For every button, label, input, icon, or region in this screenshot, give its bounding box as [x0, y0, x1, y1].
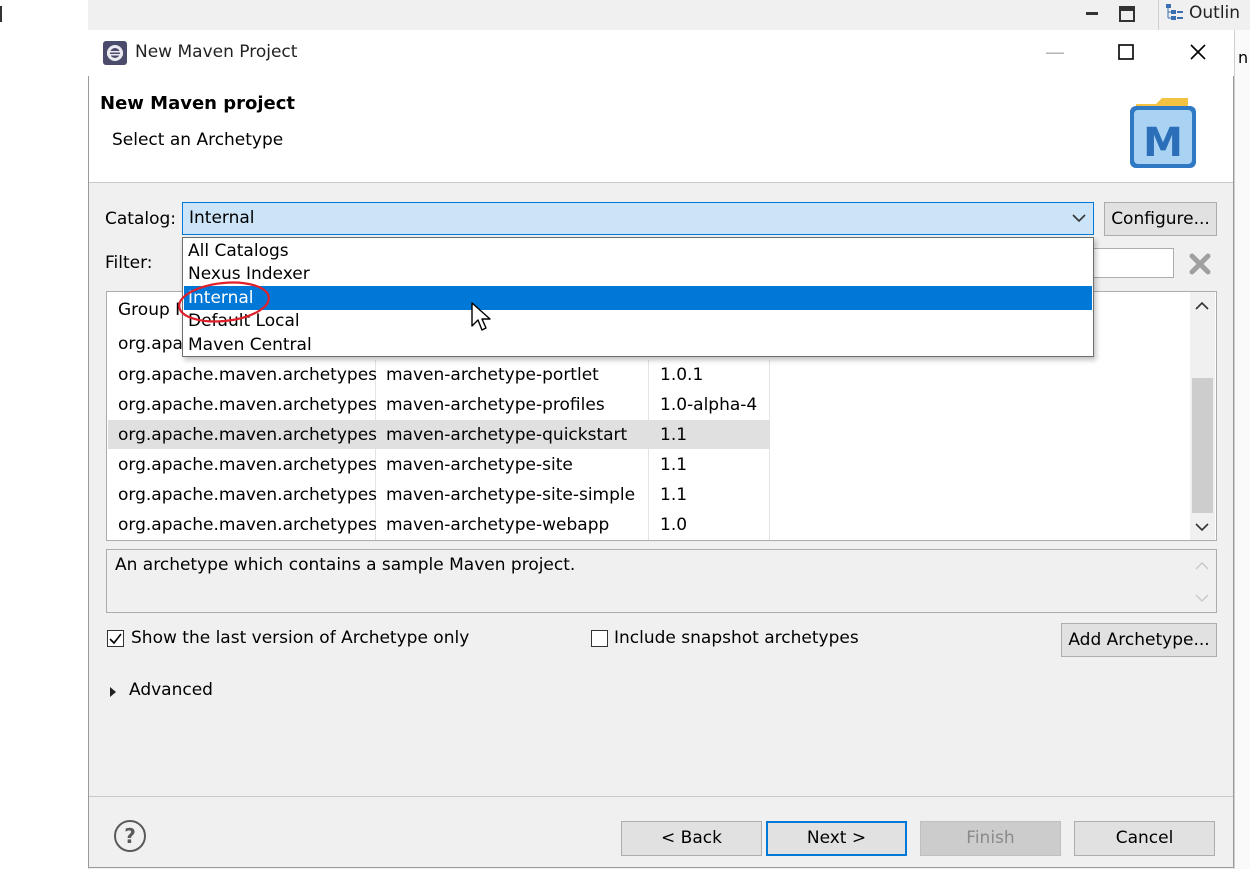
- catalog-label: Catalog:: [105, 209, 177, 229]
- next-button[interactable]: Next >: [766, 821, 907, 856]
- table-cell-version[interactable]: 1.0-alpha-4: [660, 395, 757, 415]
- show-last-version-checkbox[interactable]: [107, 630, 124, 647]
- advanced-section-label[interactable]: Advanced: [129, 680, 213, 700]
- table-cell-group[interactable]: org.apache.maven.archetypes: [118, 425, 377, 445]
- table-cell-version[interactable]: 1.1: [660, 425, 687, 445]
- chevron-down-icon[interactable]: [1070, 207, 1088, 227]
- table-cell-artifact[interactable]: maven-archetype-site: [386, 455, 573, 475]
- maven-logo-icon: M: [1126, 92, 1198, 172]
- configure-button[interactable]: Configure...: [1104, 202, 1217, 236]
- dialog-title: New Maven Project: [135, 42, 298, 62]
- eclipse-app-icon: [102, 40, 128, 66]
- table-cell-version[interactable]: 1.1: [660, 455, 687, 475]
- outline-icon: [1165, 3, 1183, 21]
- ide-separator: [1158, 0, 1159, 30]
- table-scrollbar-thumb[interactable]: [1192, 378, 1213, 513]
- ide-right-fragment: n: [1238, 48, 1249, 67]
- table-cell-artifact[interactable]: maven-archetype-portlet: [386, 365, 599, 385]
- help-icon[interactable]: ?: [114, 820, 146, 852]
- page-title: New Maven project: [100, 93, 296, 114]
- ide-toolbar-strip: [88, 0, 1250, 30]
- desc-scroll-up-icon: [1194, 558, 1210, 578]
- cancel-button[interactable]: Cancel: [1074, 821, 1215, 856]
- footer-divider: [89, 796, 1233, 797]
- table-cell-artifact[interactable]: maven-archetype-site-simple: [386, 485, 635, 505]
- minimize-icon: —: [1045, 40, 1065, 64]
- maven-logo-letter: M: [1143, 120, 1183, 166]
- desc-scroll-down-icon: [1194, 590, 1210, 610]
- scroll-down-icon[interactable]: [1194, 519, 1210, 539]
- table-cell-group[interactable]: org.apache.maven.archetypes: [118, 455, 377, 475]
- table-cell-version[interactable]: 1.0.1: [660, 365, 703, 385]
- column-separator: [375, 360, 376, 540]
- show-last-version-label[interactable]: Show the last version of Archetype only: [131, 628, 469, 648]
- outline-view-tab[interactable]: Outlin: [1165, 3, 1240, 23]
- table-cell-group[interactable]: org.apache.maven.archetypes: [118, 395, 377, 415]
- ide-maximize-view-icon[interactable]: [1118, 5, 1136, 28]
- back-button[interactable]: < Back: [621, 821, 762, 856]
- filter-label: Filter:: [105, 253, 153, 273]
- include-snapshot-label[interactable]: Include snapshot archetypes: [614, 628, 859, 648]
- filter-input[interactable]: [1094, 248, 1174, 278]
- ide-minimize-view-icon[interactable]: [1085, 6, 1101, 26]
- expand-triangle-icon[interactable]: [108, 684, 118, 704]
- include-snapshot-checkbox[interactable]: [591, 630, 608, 647]
- archetype-description: An archetype which contains a sample Mav…: [115, 555, 576, 575]
- column-separator: [769, 360, 770, 540]
- dropdown-option-maven-central[interactable]: Maven Central: [188, 334, 312, 357]
- page-subtitle: Select an Archetype: [112, 130, 284, 150]
- maximize-icon[interactable]: [1106, 38, 1146, 66]
- column-header-group-id[interactable]: Group I: [118, 300, 180, 320]
- catalog-selected-value: Internal: [189, 208, 255, 228]
- ide-caret: [0, 6, 2, 22]
- catalog-combo[interactable]: [182, 202, 1094, 235]
- checkmark-icon: [109, 633, 122, 645]
- table-cell-group[interactable]: org.apache.maven.archetypes: [118, 485, 377, 505]
- ide-editor-area: [0, 0, 89, 869]
- table-cell-version[interactable]: 1.0: [660, 515, 687, 535]
- clear-filter-icon[interactable]: [1188, 252, 1212, 276]
- close-icon[interactable]: [1178, 38, 1218, 66]
- finish-button: Finish: [920, 821, 1061, 856]
- table-cell-group[interactable]: org.apache.maven.archetypes: [118, 515, 377, 535]
- add-archetype-button[interactable]: Add Archetype...: [1061, 623, 1217, 657]
- scroll-up-icon[interactable]: [1194, 298, 1210, 318]
- outline-tab-label: Outlin: [1189, 3, 1241, 23]
- table-cell-artifact[interactable]: maven-archetype-webapp: [386, 515, 609, 535]
- table-cell-group[interactable]: org.apache.maven.archetypes: [118, 365, 377, 385]
- ide-right-panel: [1234, 30, 1250, 869]
- table-row-partial[interactable]: org.apa: [118, 334, 183, 354]
- table-cell-version[interactable]: 1.1: [660, 485, 687, 505]
- annotation-circle: [176, 280, 274, 331]
- column-separator: [648, 360, 649, 540]
- mouse-cursor-icon: [471, 302, 493, 339]
- table-cell-artifact[interactable]: maven-archetype-quickstart: [386, 425, 627, 445]
- dropdown-option-all-catalogs[interactable]: All Catalogs: [188, 240, 289, 263]
- dropdown-highlight: [184, 286, 1092, 310]
- table-cell-artifact[interactable]: maven-archetype-profiles: [386, 395, 605, 415]
